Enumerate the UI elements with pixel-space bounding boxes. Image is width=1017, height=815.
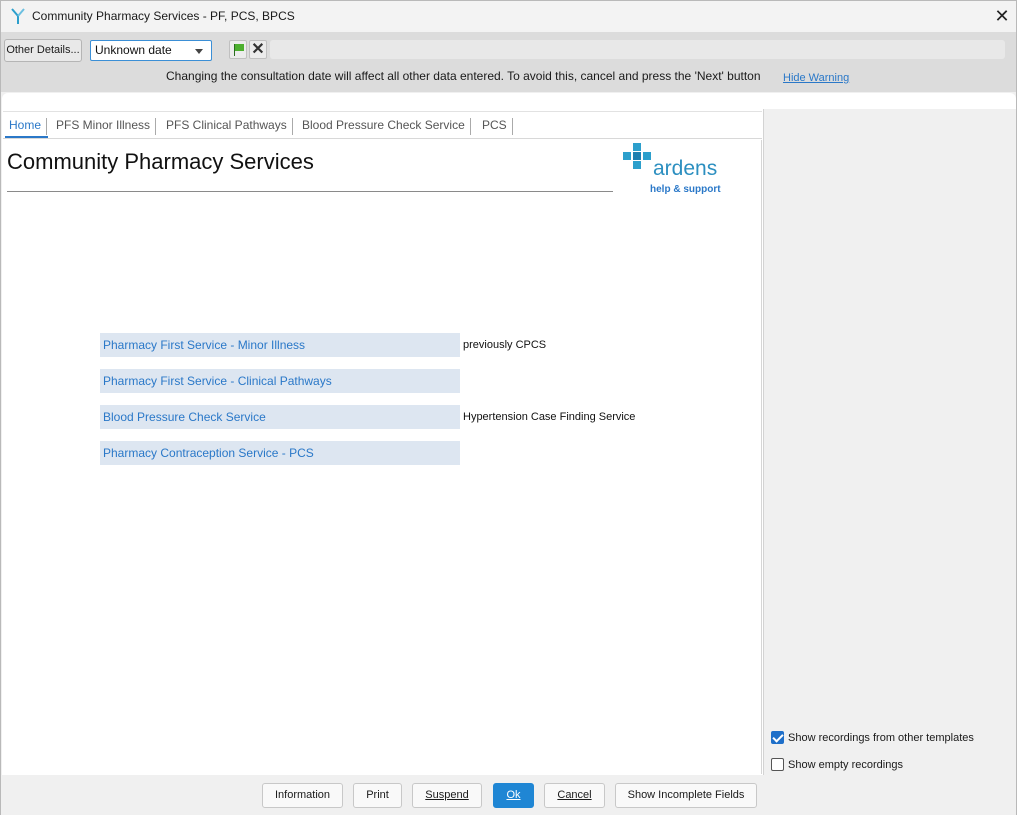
logo-square [633,152,641,160]
tab-home[interactable]: Home [9,118,48,135]
consultation-toolbar: Other Details... Unknown date ✕ Changing… [1,32,1016,92]
logo-tagline: help & support [650,184,721,195]
clear-icon[interactable]: ✕ [249,40,267,59]
tab-pfs-clinical-pathways[interactable]: PFS Clinical Pathways [166,118,293,135]
app-logo-icon [11,8,25,24]
tab-pcs[interactable]: PCS [482,118,513,135]
service-link-pfs-minor-illness[interactable]: Pharmacy First Service - Minor Illness [100,333,460,357]
show-empty-recordings-row[interactable]: Show empty recordings [771,758,903,771]
other-details-button[interactable]: Other Details... [4,39,82,62]
page-title: Community Pharmacy Services [7,149,314,174]
ok-button[interactable]: Ok [493,783,534,808]
logo-square [633,161,641,169]
consultation-info-field[interactable] [270,40,1005,59]
service-note: previously CPCS [463,339,547,351]
service-note: Hypertension Case Finding Service [463,411,636,423]
heading-divider [7,191,613,192]
template-tab-bar: Home PFS Minor Illness PFS Clinical Path… [3,111,762,139]
dialog-window: Community Pharmacy Services - PF, PCS, B… [0,0,1017,815]
close-icon[interactable]: ✕ [989,3,1015,29]
logo-square [633,143,641,151]
show-empty-recordings-checkbox[interactable] [771,758,784,771]
information-button[interactable]: Information [262,783,343,808]
service-link-pfs-clinical-pathways[interactable]: Pharmacy First Service - Clinical Pathwa… [100,369,460,393]
recordings-side-panel [763,109,1016,775]
logo-square [623,152,631,160]
show-other-templates-row[interactable]: Show recordings from other templates [771,731,974,744]
tab-pfs-minor-illness[interactable]: PFS Minor Illness [56,118,157,135]
tab-blood-pressure-check-service[interactable]: Blood Pressure Check Service [302,118,471,135]
consultation-date-select[interactable]: Unknown date [90,40,212,61]
logo-square [643,152,651,160]
window-title: Community Pharmacy Services - PF, PCS, B… [32,9,295,23]
chevron-down-icon [195,49,203,54]
print-button[interactable]: Print [353,783,402,808]
show-other-templates-label: Show recordings from other templates [788,731,974,744]
date-select-value: Unknown date [95,43,172,57]
cancel-button[interactable]: Cancel [544,783,605,808]
suspend-button[interactable]: Suspend [412,783,482,808]
show-incomplete-fields-button[interactable]: Show Incomplete Fields [615,783,757,808]
logo-wordmark: ardens [653,157,718,180]
title-bar: Community Pharmacy Services - PF, PCS, B… [1,1,1016,32]
flag-button[interactable] [229,40,247,59]
ardens-logo: ardens help & support [623,143,733,198]
hide-warning-link[interactable]: Hide Warning [783,72,849,84]
show-empty-recordings-label: Show empty recordings [788,758,903,771]
active-tab-indicator [5,136,48,138]
flag-cloth [235,44,244,51]
show-other-templates-checkbox[interactable] [771,731,784,744]
service-link-blood-pressure-check[interactable]: Blood Pressure Check Service [100,405,460,429]
service-link-pharmacy-contraception[interactable]: Pharmacy Contraception Service - PCS [100,441,460,465]
date-warning-text: Changing the consultation date will affe… [166,69,761,83]
